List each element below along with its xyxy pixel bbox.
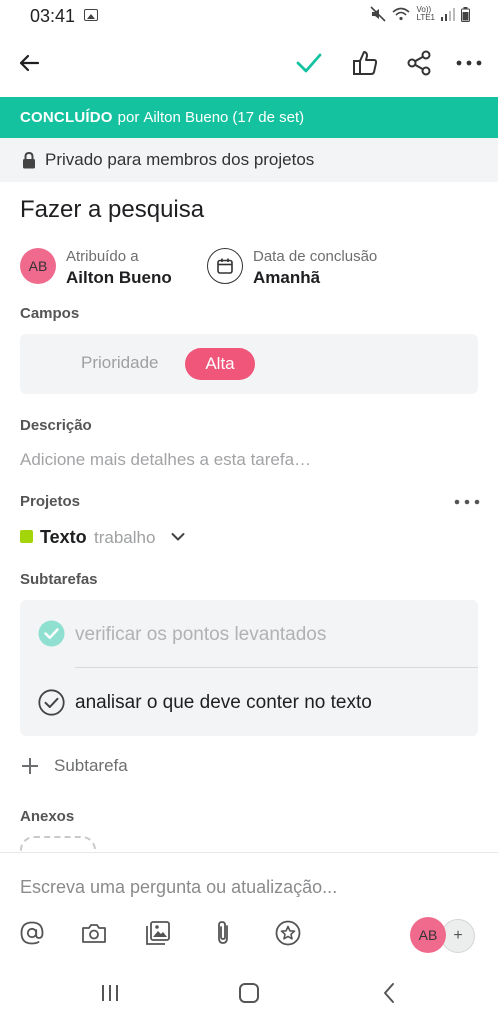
privacy-bar[interactable]: Privado para membros dos projetos [0,138,498,182]
more-options-button[interactable] [452,48,486,78]
subtask-text[interactable]: verificar os pontos levantados [75,624,326,646]
thumbs-up-icon [353,51,378,75]
add-subtask-label: Subtarefa [54,756,128,775]
mute-icon [370,6,387,22]
battery-icon [461,6,470,22]
gallery-icon [146,921,170,945]
attachments-heading: Anexos [20,808,75,825]
at-mention-icon [20,921,44,945]
paperclip-icon [218,921,228,944]
comment-composer: Escreva uma pergunta ou atualização... A… [0,852,498,962]
checkmark-icon [296,53,322,73]
check-circle-filled-icon [38,620,65,647]
star-icon [275,920,301,946]
home-icon [239,983,259,1003]
priority-value-pill[interactable]: Alta [185,348,255,380]
priority-field-name: Prioridade [81,353,159,372]
share-button[interactable] [402,46,436,80]
description-input[interactable]: Adicione mais detalhes a esta tarefa… [20,450,311,470]
subtask-checkbox[interactable] [38,689,65,716]
description-heading: Descrição [20,417,92,434]
due-date-button[interactable] [207,248,243,284]
comment-input[interactable]: Escreva uma pergunta ou atualização... [20,877,337,898]
subtask-divider [75,667,478,668]
attach-file-button[interactable] [209,919,237,947]
assignee-label: Atribuído a [66,248,139,265]
camera-icon [82,924,106,943]
projects-more-button[interactable] [452,492,482,512]
recent-apps-icon [102,985,118,1001]
assignee-name[interactable]: Ailton Bueno [66,268,172,288]
network-label-bottom: LTE1 [416,13,435,22]
task-title[interactable]: Fazer a pesquisa [20,196,204,224]
more-horizontal-icon [456,60,482,66]
wifi-icon [392,7,410,21]
mention-button[interactable] [18,919,46,947]
arrow-left-icon [19,54,40,72]
home-button[interactable] [234,978,264,1008]
system-navigation-bar [0,962,498,1024]
chevron-down-icon [171,533,185,541]
top-action-bar [0,36,498,92]
completion-date: (17 de set) [232,109,305,126]
gallery-notification-icon [84,9,98,21]
system-back-button[interactable] [374,978,404,1008]
more-horizontal-icon [454,499,480,505]
mark-complete-button[interactable] [293,47,325,79]
project-color-dot [20,530,33,543]
share-icon [407,50,431,76]
fields-card: Prioridade Alta [20,334,478,394]
recent-apps-button[interactable] [95,978,125,1008]
project-section-dropdown[interactable] [170,529,186,545]
fields-heading: Campos [20,305,80,322]
plus-icon [22,758,38,774]
subtask-text[interactable]: analisar o que deve conter no texto [75,692,372,714]
gallery-button[interactable] [144,919,172,947]
status-bar: 03:41 Vo)) LTE1 [0,0,498,32]
due-date-label: Data de conclusão [253,248,378,265]
camera-button[interactable] [80,919,108,947]
like-button[interactable] [348,46,382,80]
privacy-text: Privado para membros dos projetos [45,150,315,169]
assignee-avatar[interactable]: AB [20,248,56,284]
completion-user: Ailton Bueno [143,109,229,126]
project-name[interactable]: Texto [40,527,87,548]
collaborator-avatar[interactable]: AB [410,917,446,953]
back-button[interactable] [14,48,44,78]
signal-icon [441,8,455,21]
completion-by: por [117,109,140,126]
add-collaborator-button[interactable]: + [441,919,475,953]
status-time: 03:41 [30,6,76,26]
status-indicators: Vo)) LTE1 [370,6,470,22]
star-button[interactable] [274,919,302,947]
projects-heading: Projetos [20,493,81,510]
subtasks-card: verificar os pontos levantados analisar … [20,600,478,736]
back-chevron-icon [384,983,394,1003]
completion-banner: CONCLUÍDO por Ailton Bueno (17 de set) [0,97,498,138]
subtasks-heading: Subtarefas [20,571,98,588]
add-subtask-button[interactable]: Subtarefa [20,756,128,776]
due-date-value[interactable]: Amanhã [253,268,320,288]
subtask-complete-checkbox[interactable] [38,620,65,647]
completion-status: CONCLUÍDO [20,109,113,126]
check-circle-icon [38,689,65,716]
calendar-icon [217,258,233,274]
lock-icon [22,151,36,169]
project-section[interactable]: trabalho [94,528,155,548]
network-type: Vo)) LTE1 [416,6,435,22]
